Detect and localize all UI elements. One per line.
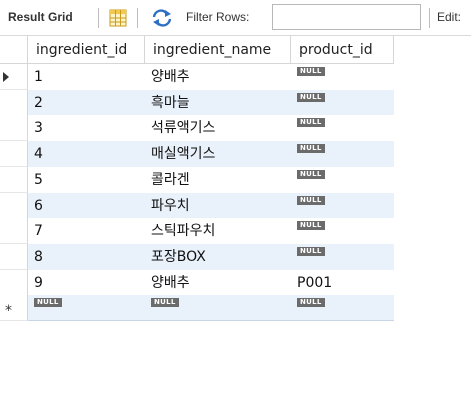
toolbar-separator [98, 8, 99, 28]
null-badge: NULL [297, 246, 325, 256]
cell-product-id[interactable]: NULL [291, 64, 394, 90]
new-row[interactable]: * NULL NULL NULL [0, 295, 394, 322]
refresh-icon[interactable] [150, 8, 174, 28]
row-header[interactable] [0, 192, 28, 219]
cell-ingredient-name[interactable]: 양배추 [145, 64, 291, 90]
row-header[interactable] [0, 115, 28, 142]
table-row[interactable]: 5 콜라겐 NULL [0, 166, 394, 193]
column-header-row: ingredient_id ingredient_name product_id [0, 36, 471, 64]
row-header[interactable] [0, 141, 28, 168]
cell-ingredient-id[interactable]: NULL [28, 295, 145, 322]
row-header[interactable] [0, 243, 28, 270]
null-badge: NULL [297, 144, 325, 154]
table-row[interactable]: 1 양배추 NULL [0, 64, 394, 90]
cell-product-id[interactable]: NULL [291, 295, 394, 322]
table-row[interactable]: 8 포장BOX NULL [0, 243, 394, 270]
cell-ingredient-id[interactable]: 2 [28, 89, 145, 116]
column-header-ingredient-name[interactable]: ingredient_name [145, 36, 291, 64]
null-badge: NULL [297, 195, 325, 205]
cell-ingredient-name[interactable]: 매실액기스 [145, 141, 291, 168]
null-badge: NULL [297, 221, 325, 231]
cell-ingredient-id[interactable]: 8 [28, 243, 145, 270]
row-header[interactable] [0, 269, 28, 296]
cell-product-id[interactable]: NULL [291, 89, 394, 116]
cell-ingredient-id[interactable]: 6 [28, 192, 145, 219]
null-badge: NULL [297, 169, 325, 179]
cell-product-id[interactable]: NULL [291, 141, 394, 168]
cell-ingredient-name[interactable]: 포장BOX [145, 243, 291, 270]
column-header-product-id[interactable]: product_id [291, 36, 394, 64]
row-header[interactable] [0, 89, 28, 116]
result-grid-title: Result Grid [8, 10, 73, 24]
cell-product-id[interactable]: NULL [291, 166, 394, 193]
table-row[interactable]: 6 파우치 NULL [0, 192, 394, 219]
cell-product-id[interactable]: NULL [291, 218, 394, 245]
cell-ingredient-name[interactable]: NULL [145, 295, 291, 322]
cell-ingredient-id[interactable]: 3 [28, 115, 145, 142]
cell-ingredient-name[interactable]: 콜라겐 [145, 166, 291, 193]
arrow-right-icon [3, 72, 9, 82]
cell-ingredient-id[interactable]: 7 [28, 218, 145, 245]
cell-ingredient-id[interactable]: 1 [28, 64, 145, 90]
cell-ingredient-name[interactable]: 스틱파우치 [145, 218, 291, 245]
cell-product-id[interactable]: NULL [291, 243, 394, 270]
new-row-marker: * [5, 303, 12, 320]
grid-icon[interactable] [109, 9, 127, 27]
table-row[interactable]: 3 석류액기스 NULL [0, 115, 394, 142]
null-badge: NULL [151, 298, 179, 308]
toolbar-separator [429, 8, 430, 28]
null-badge: NULL [34, 298, 62, 308]
cell-ingredient-name[interactable]: 양배추 [145, 269, 291, 296]
cell-product-id[interactable]: P001 [291, 269, 394, 296]
cell-ingredient-id[interactable]: 4 [28, 141, 145, 168]
row-header[interactable]: * [0, 295, 28, 322]
column-header-ingredient-id[interactable]: ingredient_id [28, 36, 145, 64]
row-header[interactable] [0, 166, 28, 193]
cell-product-id[interactable]: NULL [291, 115, 394, 142]
null-badge: NULL [297, 298, 325, 308]
cell-product-id[interactable]: NULL [291, 192, 394, 219]
edit-label: Edit: [437, 10, 462, 24]
null-badge: NULL [297, 67, 325, 76]
row-header[interactable] [0, 218, 28, 245]
cell-ingredient-name[interactable]: 석류액기스 [145, 115, 291, 142]
null-badge: NULL [297, 92, 325, 102]
filter-rows-input[interactable] [272, 4, 421, 30]
toolbar-separator [137, 8, 138, 28]
cell-ingredient-id[interactable]: 9 [28, 269, 145, 296]
table-row[interactable]: 7 스틱파우치 NULL [0, 218, 394, 245]
filter-rows-label: Filter Rows: [186, 10, 250, 24]
row-header[interactable] [0, 64, 28, 90]
header-corner [0, 36, 28, 64]
result-grid-toolbar: Result Grid Filter Rows: Edit: [0, 0, 471, 36]
cell-ingredient-id[interactable]: 5 [28, 166, 145, 193]
table-row[interactable]: 4 매실액기스 NULL [0, 141, 394, 168]
table-row[interactable]: 2 흑마늘 NULL [0, 89, 394, 116]
cell-ingredient-name[interactable]: 파우치 [145, 192, 291, 219]
null-badge: NULL [297, 118, 325, 128]
table-row[interactable]: 9 양배추 P001 [0, 269, 394, 296]
cell-ingredient-name[interactable]: 흑마늘 [145, 89, 291, 116]
